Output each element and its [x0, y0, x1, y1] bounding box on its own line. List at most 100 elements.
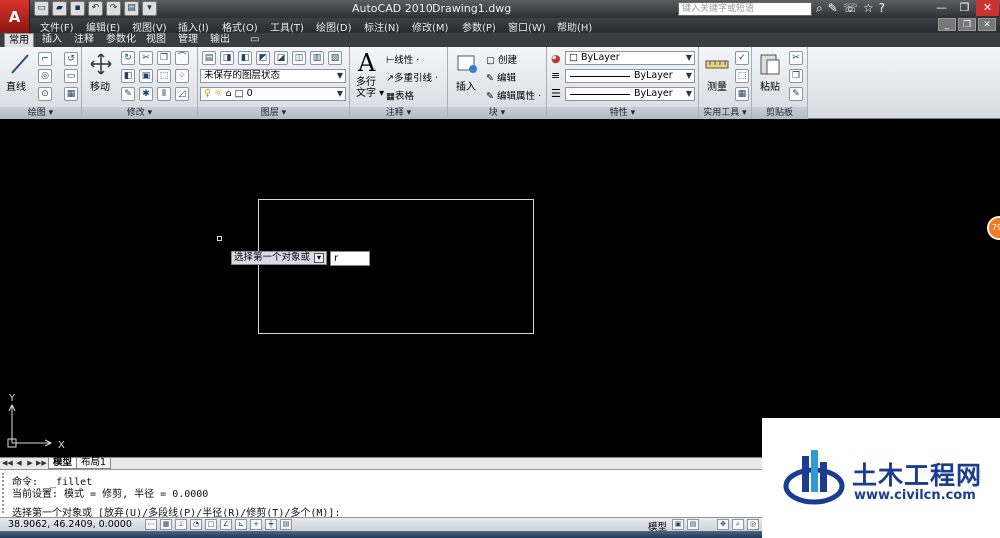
help-icon[interactable]: ?: [879, 1, 885, 16]
linear-dim-button[interactable]: ⊢线性 ·: [386, 52, 419, 66]
layer-properties-icon[interactable]: ▤: [202, 51, 216, 65]
move-button[interactable]: 移动: [90, 78, 110, 93]
ortho-icon[interactable]: ⊥: [175, 519, 187, 530]
select-all-icon[interactable]: ⬚: [735, 69, 749, 83]
move-icon[interactable]: [90, 53, 112, 75]
layer-previous-icon[interactable]: ◨: [220, 51, 234, 65]
trim-icon[interactable]: ✂: [139, 51, 153, 65]
model-icon[interactable]: ▣: [672, 519, 684, 530]
linetype-select[interactable]: ByLayer ▼: [565, 69, 695, 83]
dynamic-input-field[interactable]: r: [330, 251, 370, 266]
rotate-icon[interactable]: ↻: [121, 51, 135, 65]
steering-wheel-icon[interactable]: ◎: [747, 519, 759, 530]
doc-close-icon[interactable]: ✕: [978, 18, 996, 31]
menu-tools[interactable]: 工具(T): [270, 19, 304, 34]
polar-icon[interactable]: ◔: [190, 519, 202, 530]
calculator-icon[interactable]: ▦: [735, 87, 749, 101]
layer-freeze-icon[interactable]: ◪: [274, 51, 288, 65]
rectangle-icon[interactable]: ▭: [64, 69, 78, 83]
drawing-area[interactable]: 选择第一个对象或 ▾ r Y X 79: [0, 120, 1000, 457]
ducs-icon[interactable]: ⊾: [235, 519, 247, 530]
close-icon[interactable]: ✕: [976, 0, 999, 16]
insert-button[interactable]: 插入: [456, 78, 476, 93]
dropdown-icon[interactable]: ▾: [142, 1, 157, 16]
panel-utilities-title[interactable]: 实用工具 ▾: [699, 107, 751, 119]
otrack-icon[interactable]: ∠: [220, 519, 232, 530]
copy-clip-icon[interactable]: ❐: [789, 69, 803, 83]
table-button[interactable]: ▦表格: [386, 88, 414, 102]
menu-parametric[interactable]: 参数(P): [462, 19, 496, 34]
hatch-icon[interactable]: ▦: [64, 87, 78, 101]
measure-icon[interactable]: [705, 53, 729, 73]
scale-icon[interactable]: ⬚: [157, 69, 171, 83]
menu-format[interactable]: 格式(O): [222, 19, 258, 34]
current-layer-select[interactable]: ♀ ☼ ⌂ □ 0 ▼: [200, 87, 346, 101]
favorites-icon[interactable]: ☆: [863, 1, 874, 16]
snap-icon[interactable]: ⋯: [145, 519, 157, 530]
lineweight-toggle-icon[interactable]: ┿: [265, 519, 277, 530]
redo-icon[interactable]: ↷: [106, 1, 121, 16]
menu-draw[interactable]: 绘图(D): [316, 19, 352, 34]
layer-isolate-icon[interactable]: ◩: [256, 51, 270, 65]
save-icon[interactable]: ▪: [70, 1, 85, 16]
first-tab-icon[interactable]: ◀◀: [2, 459, 13, 468]
menu-edit[interactable]: 编辑(E): [86, 19, 120, 34]
doc-restore-icon[interactable]: ❐: [958, 18, 976, 31]
tab-insert[interactable]: 插入: [38, 33, 66, 47]
circle-icon[interactable]: ◎: [38, 69, 52, 83]
subscription-icon[interactable]: ✎: [828, 1, 838, 16]
panel-modify-title[interactable]: 修改 ▾: [82, 107, 197, 119]
tab-view[interactable]: 视图: [142, 33, 170, 47]
mtext-button[interactable]: 多行 文字 ▾: [356, 77, 384, 99]
search-input[interactable]: 键入关键字或短语: [678, 2, 812, 16]
array-icon[interactable]: ⁘: [175, 69, 189, 83]
panel-properties-title[interactable]: 特性 ▾: [547, 107, 698, 119]
fillet-icon[interactable]: ⌒: [175, 51, 189, 65]
menu-modify[interactable]: 修改(M): [412, 19, 448, 34]
open-icon[interactable]: ▰: [52, 1, 67, 16]
stretch-icon[interactable]: ▣: [139, 69, 153, 83]
copy-icon[interactable]: ❐: [157, 51, 171, 65]
layer-match-icon[interactable]: ◧: [238, 51, 252, 65]
side-badge[interactable]: 79: [987, 216, 1000, 240]
doc-minimize-icon[interactable]: _: [938, 18, 956, 31]
tab-layout1[interactable]: 布局1: [76, 458, 112, 469]
communication-icon[interactable]: ☏: [843, 1, 858, 16]
layer-state-select[interactable]: 未保存的图层状态 ▼: [200, 69, 346, 83]
zoom-icon[interactable]: ⌕: [732, 519, 744, 530]
arc-icon[interactable]: ↺: [64, 52, 78, 66]
panel-annotation-title[interactable]: 注释 ▾: [350, 107, 447, 119]
color-wheel-icon[interactable]: ◕: [551, 52, 561, 65]
offset-icon[interactable]: ⫴: [157, 87, 171, 101]
chamfer-icon[interactable]: ◿: [175, 87, 189, 101]
pan-icon[interactable]: ✥: [717, 519, 729, 530]
measure-button[interactable]: 测量: [707, 78, 727, 93]
menu-file[interactable]: 文件(F): [40, 19, 74, 34]
coordinate-readout[interactable]: 38.9062, 46.2409, 0.0000: [8, 519, 132, 530]
layer-lock-icon[interactable]: ▥: [310, 51, 324, 65]
panel-clipboard-title[interactable]: 剪贴板: [752, 107, 807, 119]
paste-button[interactable]: 粘贴: [760, 78, 780, 93]
lineweight-select[interactable]: ByLayer ▼: [565, 87, 695, 101]
plot-icon[interactable]: ▤: [124, 1, 139, 16]
panel-layers-title[interactable]: 图层 ▾: [198, 107, 349, 119]
edit-attributes-button[interactable]: ✎ 编辑属性 ·: [486, 88, 541, 102]
line-icon[interactable]: [9, 52, 31, 76]
ribbon-minimize-icon[interactable]: ▭: [246, 33, 263, 47]
autocad-logo-icon[interactable]: A: [0, 0, 30, 33]
tab-model[interactable]: 模型: [48, 458, 78, 469]
mtext-icon[interactable]: A: [358, 49, 375, 77]
ellipse-icon[interactable]: ⊙: [38, 87, 52, 101]
polyline-icon[interactable]: ⌐: [38, 52, 52, 66]
menu-insert[interactable]: 插入(I): [178, 19, 209, 34]
tab-home[interactable]: 常用: [4, 33, 34, 47]
options-dropdown-icon[interactable]: ▾: [314, 253, 325, 263]
paste-icon[interactable]: [759, 52, 781, 76]
binoculars-icon[interactable]: ⌕: [816, 1, 823, 16]
menu-view[interactable]: 视图(V): [132, 19, 167, 34]
line-button[interactable]: 直线: [6, 78, 26, 93]
layer-walk-icon[interactable]: ▧: [328, 51, 342, 65]
tab-manage[interactable]: 管理: [174, 33, 202, 47]
grid-icon[interactable]: ▦: [160, 519, 172, 530]
undo-icon[interactable]: ↶: [88, 1, 103, 16]
